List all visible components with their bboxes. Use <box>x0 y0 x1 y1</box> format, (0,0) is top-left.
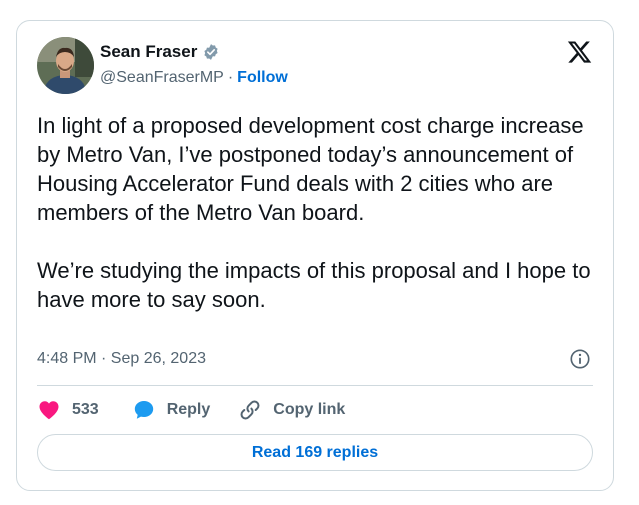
link-icon <box>240 400 260 420</box>
author-name[interactable]: Sean Fraser <box>100 42 197 62</box>
verified-badge-icon <box>204 44 218 60</box>
read-replies-button[interactable]: Read 169 replies <box>37 434 593 471</box>
x-logo-icon[interactable] <box>566 39 593 65</box>
like-count: 533 <box>72 401 99 418</box>
reply-button[interactable]: Reply <box>132 398 211 422</box>
author-handle[interactable]: @SeanFraserMP <box>100 69 224 87</box>
tweet-timestamp[interactable]: 4:48 PM · Sep 26, 2023 <box>37 350 206 368</box>
follow-button[interactable]: Follow <box>237 69 288 87</box>
tweet-card: Sean Fraser @SeanFraserMP · Follow In li… <box>16 20 614 491</box>
action-bar: 533 Reply Copy link <box>37 398 345 422</box>
divider <box>37 385 593 386</box>
separator-dot: · <box>227 69 234 86</box>
avatar[interactable] <box>37 37 94 94</box>
speech-bubble-icon <box>134 401 153 419</box>
like-button[interactable]: 533 <box>37 398 99 422</box>
copy-link-button[interactable]: Copy link <box>238 398 345 422</box>
heart-icon <box>39 401 59 420</box>
reply-label: Reply <box>166 401 211 418</box>
info-icon[interactable] <box>569 348 591 370</box>
author-handle-row: @SeanFraserMP · Follow <box>100 69 288 87</box>
tweet-text: In light of a proposed development cost … <box>37 113 591 312</box>
copy-link-label: Copy link <box>273 401 346 418</box>
avatar-photo <box>37 37 94 94</box>
author-name-row: Sean Fraser <box>100 42 220 62</box>
